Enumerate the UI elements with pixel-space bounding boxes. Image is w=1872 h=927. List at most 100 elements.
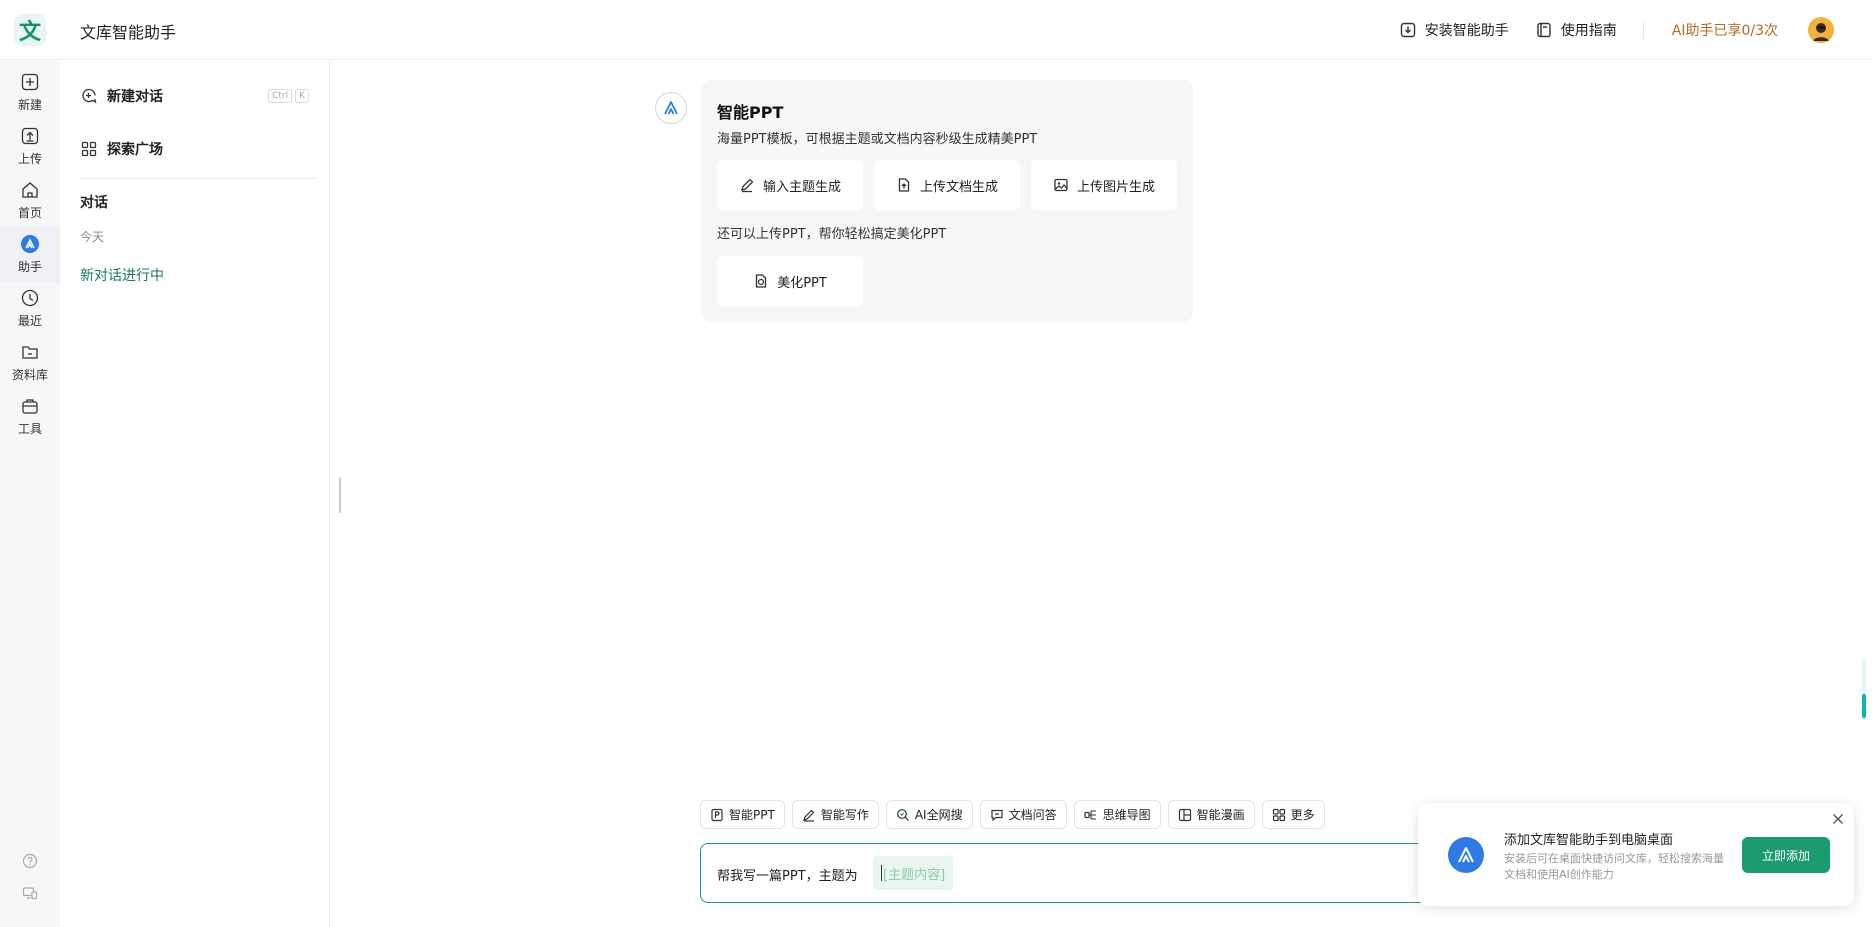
install-icon	[1400, 22, 1415, 38]
tool-smart-comic-label: 智能漫画	[1196, 808, 1245, 822]
doc-generate-button[interactable]: 上传文档生成	[874, 160, 1020, 210]
pen-icon	[741, 178, 754, 193]
rail-item-new[interactable]: 新建	[0, 64, 60, 120]
comic-icon	[1178, 808, 1191, 821]
toast-app-icon	[1448, 837, 1484, 873]
chat-input[interactable]: 帮我写一篇PPT，主题为 [主题内容]	[700, 843, 1460, 903]
device-icon	[22, 887, 38, 900]
ppt-icon	[711, 808, 723, 821]
tool-smart-comic[interactable]: 智能漫画	[1167, 800, 1255, 829]
grid-icon	[81, 141, 97, 157]
tool-smart-writing[interactable]: 智能写作	[791, 800, 879, 829]
conversation-sidebar: 新建对话 Ctrl K 探索广场 对话 今天 新对话进行中	[60, 60, 330, 927]
toast-title: 添加文库智能助手到电脑桌面	[1504, 833, 1674, 848]
bot-avatar	[655, 92, 687, 124]
tool-ai-web-search-label: AI全网搜	[914, 808, 963, 822]
new-chat-button[interactable]: 新建对话 Ctrl K	[80, 81, 309, 111]
toolbox-icon	[22, 398, 38, 414]
device-button[interactable]	[0, 885, 60, 901]
assistant-icon	[21, 234, 39, 253]
card-description: 海量PPT模板，可根据主题或文档内容秒级生成精美PPT	[717, 132, 1038, 147]
quick-tools-bar: 智能PPT 智能写作 AI全网搜 文档问答 思维导图 智能漫画 更多	[700, 800, 1325, 829]
tool-more[interactable]: 更多	[1261, 800, 1325, 829]
new-chat-label: 新建对话	[107, 89, 163, 105]
tool-smart-ppt-label: 智能PPT	[729, 808, 775, 822]
rail-item-assistant[interactable]: 助手	[0, 226, 60, 282]
rail-item-tools[interactable]: 工具	[0, 388, 60, 444]
assistant-logo-icon	[1458, 847, 1474, 863]
explore-plaza-label: 探索广场	[107, 142, 163, 158]
rail-item-home[interactable]: 首页	[0, 172, 60, 228]
top-header: 文 文库智能助手 安装智能助手 使用指南 AI助手已享0/3次	[0, 0, 1872, 60]
rail-label-recent: 最近	[17, 313, 42, 328]
writing-icon	[802, 809, 815, 822]
input-prompt-prefix: 帮我写一篇PPT，主题为	[717, 869, 858, 884]
rail-label-upload: 上传	[17, 151, 42, 166]
header-actions: 安装智能助手 使用指南 AI助手已享0/3次	[1399, 0, 1872, 60]
topic-generate-button[interactable]: 输入主题生成	[717, 160, 863, 210]
rail-label-new: 新建	[17, 97, 42, 112]
assistant-logo-icon	[664, 101, 678, 115]
ppt-file-icon	[756, 274, 767, 288]
more-grid-icon	[1272, 808, 1285, 821]
install-assistant-label: 安装智能助手	[1424, 23, 1509, 39]
close-icon[interactable]	[1830, 811, 1846, 827]
install-toast: 添加文库智能助手到电脑桌面 安装后可在桌面快捷访问文库，轻松搜索海量文档和使用A…	[1418, 803, 1854, 906]
tool-smart-writing-label: 智能写作	[820, 808, 869, 822]
shortcut-key-ctrl: Ctrl	[268, 89, 293, 103]
tool-more-label: 更多	[1290, 808, 1315, 822]
clock-icon	[21, 289, 39, 306]
doc-generate-label: 上传文档生成	[919, 179, 998, 195]
smart-ppt-card: 智能PPT 海量PPT模板，可根据主题或文档内容秒级生成精美PPT 输入主题生成…	[701, 80, 1193, 322]
help-button[interactable]	[0, 853, 60, 869]
sidebar-resize-handle[interactable]	[339, 477, 341, 513]
conversation-section-title: 对话	[80, 195, 108, 211]
tool-ai-web-search[interactable]: AI全网搜	[885, 800, 973, 829]
beautify-ppt-label: 美化PPT	[777, 275, 827, 291]
tool-mind-map-label: 思维导图	[1102, 808, 1151, 822]
home-icon	[22, 181, 38, 198]
header-divider	[1642, 21, 1644, 39]
image-icon	[1054, 178, 1068, 192]
card-subtext: 还可以上传PPT，帮你轻松搞定美化PPT	[717, 227, 947, 242]
install-assistant-link[interactable]: 安装智能助手	[1399, 20, 1509, 40]
scroll-thumb[interactable]	[1862, 694, 1866, 718]
web-search-icon	[896, 808, 909, 821]
date-group-label: 今天	[80, 230, 105, 244]
rail-label-assistant: 助手	[17, 259, 42, 274]
shortcut-key-k: K	[295, 89, 309, 103]
tool-doc-qa[interactable]: 文档问答	[979, 800, 1067, 829]
avatar-image	[1808, 17, 1834, 43]
rail-item-library[interactable]: 资料库	[0, 334, 60, 390]
app-title: 文库智能助手	[80, 23, 177, 42]
tool-smart-ppt[interactable]: 智能PPT	[700, 800, 785, 829]
help-icon	[22, 853, 38, 869]
rail-label-library: 资料库	[11, 367, 48, 382]
add-now-button[interactable]: 立即添加	[1742, 837, 1830, 873]
app-logo[interactable]: 文	[14, 14, 46, 46]
upload-icon	[21, 127, 39, 144]
book-icon	[1537, 22, 1551, 38]
rail-label-tools: 工具	[17, 421, 42, 436]
chat-doc-icon	[990, 809, 1003, 821]
card-title: 智能PPT	[717, 103, 784, 122]
user-guide-label: 使用指南	[1560, 23, 1617, 39]
folder-icon	[22, 345, 38, 359]
rail-item-recent[interactable]: 最近	[0, 280, 60, 336]
beautify-ppt-button[interactable]: 美化PPT	[717, 256, 863, 306]
sidebar-divider	[80, 178, 317, 179]
user-avatar[interactable]	[1808, 17, 1834, 43]
ai-quota-text[interactable]: AI助手已享0/3次	[1672, 20, 1778, 40]
rail-item-upload[interactable]: 上传	[0, 118, 60, 174]
image-generate-button[interactable]: 上传图片生成	[1031, 160, 1177, 210]
tool-mind-map[interactable]: 思维导图	[1073, 800, 1161, 829]
topic-slot-input[interactable]: [主题内容]	[873, 856, 954, 890]
left-rail: 新建 上传 首页 助手 最近 资料库 工具	[0, 60, 60, 927]
conversation-item[interactable]: 新对话进行中	[80, 265, 164, 285]
shortcut-hint: Ctrl K	[268, 89, 309, 103]
explore-plaza-button[interactable]: 探索广场	[80, 134, 309, 164]
upload-doc-icon	[898, 178, 910, 192]
plus-icon	[21, 73, 39, 90]
user-guide-link[interactable]: 使用指南	[1535, 20, 1617, 40]
tool-doc-qa-label: 文档问答	[1008, 808, 1057, 822]
